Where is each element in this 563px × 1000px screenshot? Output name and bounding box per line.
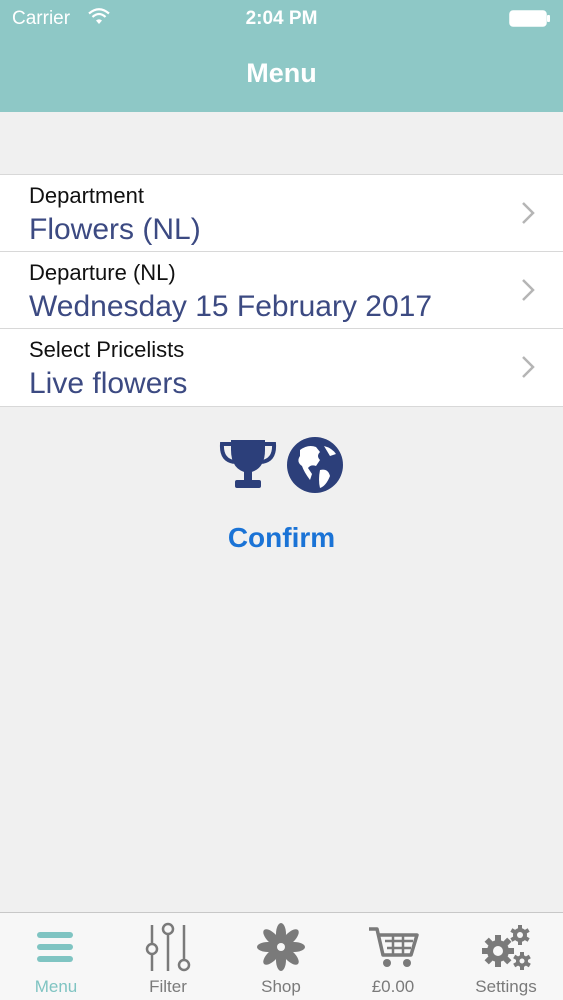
departure-row[interactable]: Departure (NL) Wednesday 15 February 201…: [0, 252, 563, 329]
tab-shop[interactable]: Shop: [225, 913, 337, 1000]
flower-icon: [257, 923, 305, 971]
sliders-icon: [145, 922, 191, 972]
confirm-button[interactable]: Confirm: [0, 522, 563, 554]
tab-label: £0.00: [371, 977, 415, 996]
tab-label: Filter: [149, 977, 187, 996]
pricelists-row[interactable]: Select Pricelists Live flowers: [0, 329, 563, 406]
tab-label: Shop: [261, 977, 301, 996]
row-value: Wednesday 15 February 2017: [29, 290, 433, 323]
chevron-right-icon: [522, 279, 535, 301]
department-row[interactable]: Department Flowers (NL): [0, 175, 563, 252]
tab-filter[interactable]: Filter: [112, 913, 224, 1000]
tab-label: Settings: [475, 977, 537, 996]
row-value: Flowers (NL): [29, 213, 201, 246]
row-label: Department: [29, 183, 144, 208]
trophy-icon[interactable]: [219, 436, 277, 490]
gears-icon: [482, 925, 531, 970]
battery-icon: [509, 10, 550, 27]
tab-settings[interactable]: Settings: [450, 913, 562, 1000]
globe-icon[interactable]: [286, 436, 344, 494]
tab-label: Menu: [34, 977, 78, 996]
page-title: Menu: [246, 58, 317, 88]
cart-icon: [369, 927, 419, 967]
row-label: Departure (NL): [29, 260, 176, 285]
nav-header: Carrier 2:04 PM Menu: [0, 0, 563, 112]
tab-menu[interactable]: Menu: [0, 913, 112, 1000]
chevron-right-icon: [522, 356, 535, 378]
row-value: Live flowers: [29, 367, 188, 400]
feature-icons: [0, 436, 563, 494]
row-label: Select Pricelists: [29, 337, 185, 362]
menu-icon: [37, 932, 73, 962]
status-bar: Carrier 2:04 PM: [0, 0, 563, 38]
chevron-right-icon: [522, 202, 535, 224]
status-time: 2:04 PM: [245, 8, 318, 29]
tab-cart[interactable]: £0.00: [337, 913, 449, 1000]
tab-bar: Menu Filter Shop £0.00 Settings: [0, 912, 563, 1000]
settings-list: Department Flowers (NL) Departure (NL) W…: [0, 174, 563, 407]
